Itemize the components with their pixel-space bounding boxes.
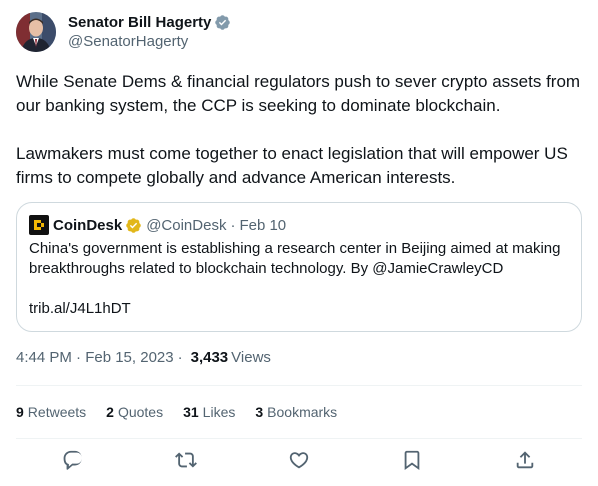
likes-stat[interactable]: 31 Likes: [183, 402, 235, 422]
quoted-date: Feb 10: [239, 216, 287, 234]
quoted-author-handle: @CoinDesk: [146, 216, 227, 234]
quoted-link[interactable]: trib.al/J4L1hDT: [29, 299, 569, 319]
separator: ·: [177, 349, 183, 366]
likes-label: Likes: [202, 404, 236, 420]
share-icon: [514, 449, 536, 476]
gold-verified-badge-icon: [125, 217, 142, 234]
quotes-label: Quotes: [117, 404, 164, 420]
divider: [16, 385, 582, 386]
author-avatar[interactable]: [16, 12, 56, 52]
engagement-stats: 9 Retweets 2 Quotes 31 Likes 3 Bookmarks: [16, 402, 357, 422]
tweet-paragraph: While Senate Dems & financial regulators…: [16, 72, 581, 115]
retweets-stat[interactable]: 9 Retweets: [16, 402, 86, 422]
bookmarks-stat[interactable]: 3 Bookmarks: [255, 402, 337, 422]
divider: [16, 438, 582, 439]
like-icon: [288, 449, 310, 476]
likes-count: 31: [183, 404, 199, 420]
quotes-stat[interactable]: 2 Quotes: [106, 402, 163, 422]
retweets-label: Retweets: [27, 404, 87, 420]
author-names: Senator Bill Hagerty @SenatorHagerty: [68, 12, 231, 52]
coindesk-logo-icon: [29, 215, 49, 235]
tweet-paragraph: Lawmakers must come together to enact le…: [16, 144, 568, 187]
retweet-button[interactable]: [169, 450, 203, 474]
bookmark-icon: [401, 449, 423, 476]
author-handle[interactable]: @SenatorHagerty: [68, 32, 231, 52]
action-bar: [16, 450, 582, 474]
quoted-author-name: CoinDesk: [53, 216, 123, 234]
views-count: 3,433: [190, 349, 229, 366]
tweet-text: While Senate Dems & financial regulators…: [16, 70, 582, 190]
author-display-name[interactable]: Senator Bill Hagerty: [68, 14, 211, 31]
separator: ·: [230, 216, 236, 234]
quoted-text: China's government is establishing a res…: [29, 240, 561, 277]
reply-button[interactable]: [56, 450, 90, 474]
bookmarks-count: 3: [255, 404, 264, 420]
share-button[interactable]: [508, 450, 542, 474]
verified-badge-icon: [214, 14, 231, 31]
bookmark-button[interactable]: [395, 450, 429, 474]
tweet-meta: 4:44 PM · Feb 15, 2023 · 3,433 Views: [16, 348, 271, 368]
tweet-header: Senator Bill Hagerty @SenatorHagerty: [16, 12, 582, 52]
bookmarks-label: Bookmarks: [267, 404, 338, 420]
like-button[interactable]: [282, 450, 316, 474]
reply-icon: [62, 449, 84, 476]
quoted-tweet[interactable]: CoinDesk @CoinDesk · Feb 10 China's gove…: [16, 202, 582, 332]
quotes-count: 2: [106, 404, 114, 420]
retweet-icon: [174, 449, 197, 476]
retweets-count: 9: [16, 404, 24, 420]
views-label: Views: [231, 349, 271, 366]
timestamp[interactable]: 4:44 PM · Feb 15, 2023: [16, 348, 174, 368]
